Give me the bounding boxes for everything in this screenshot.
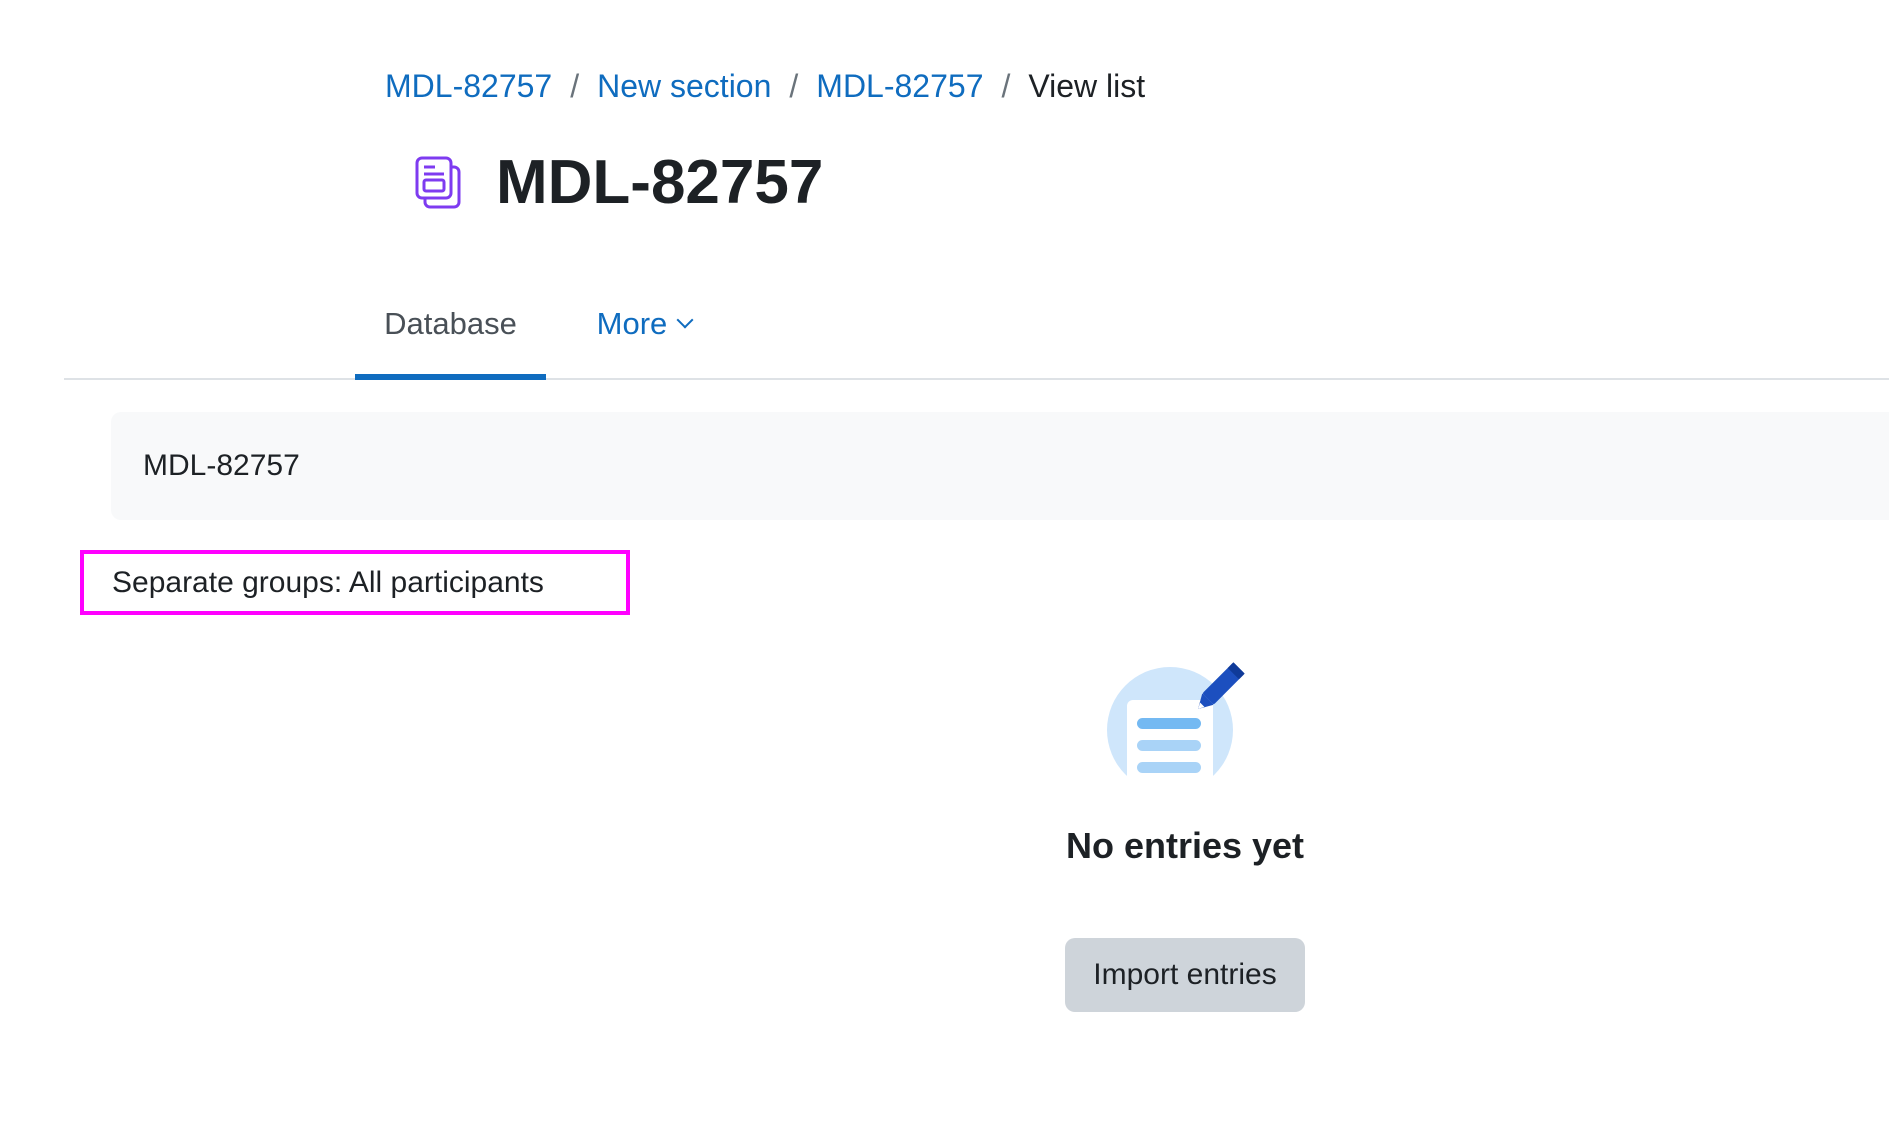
tab-database-label: Database [384,306,517,341]
empty-state-heading: No entries yet [1065,825,1305,866]
tab-database[interactable]: Database [355,270,546,380]
breadcrumb-link-section[interactable]: New section [597,66,771,106]
import-entries-button[interactable]: Import entries [1065,938,1305,1012]
activity-description: MDL-82757 [143,449,300,482]
tab-more-dropdown[interactable]: More [574,270,714,378]
breadcrumb-link-activity[interactable]: MDL-82757 [816,66,983,106]
page-header: MDL-82757 [410,148,823,218]
group-selector-highlight: Separate groups: All participants [80,550,630,615]
tab-more-label: More [596,306,668,341]
chevron-down-icon [676,311,694,329]
breadcrumb-separator: / [789,68,799,104]
secondary-navigation: Database More [64,270,1889,380]
no-entries-illustration-icon [1105,660,1250,795]
breadcrumb: MDL-82757 / New section / MDL-82757 / Vi… [385,66,1145,106]
breadcrumb-separator: / [1001,68,1011,104]
activity-description-box: MDL-82757 [111,412,1889,520]
breadcrumb-current: View list [1028,68,1146,104]
active-tab-indicator [355,374,546,380]
page-title: MDL-82757 [496,148,824,217]
breadcrumb-link-course[interactable]: MDL-82757 [385,66,552,106]
database-activity-icon [410,154,466,212]
group-mode-label: Separate groups: All participants [112,565,544,599]
breadcrumb-separator: / [570,68,580,104]
